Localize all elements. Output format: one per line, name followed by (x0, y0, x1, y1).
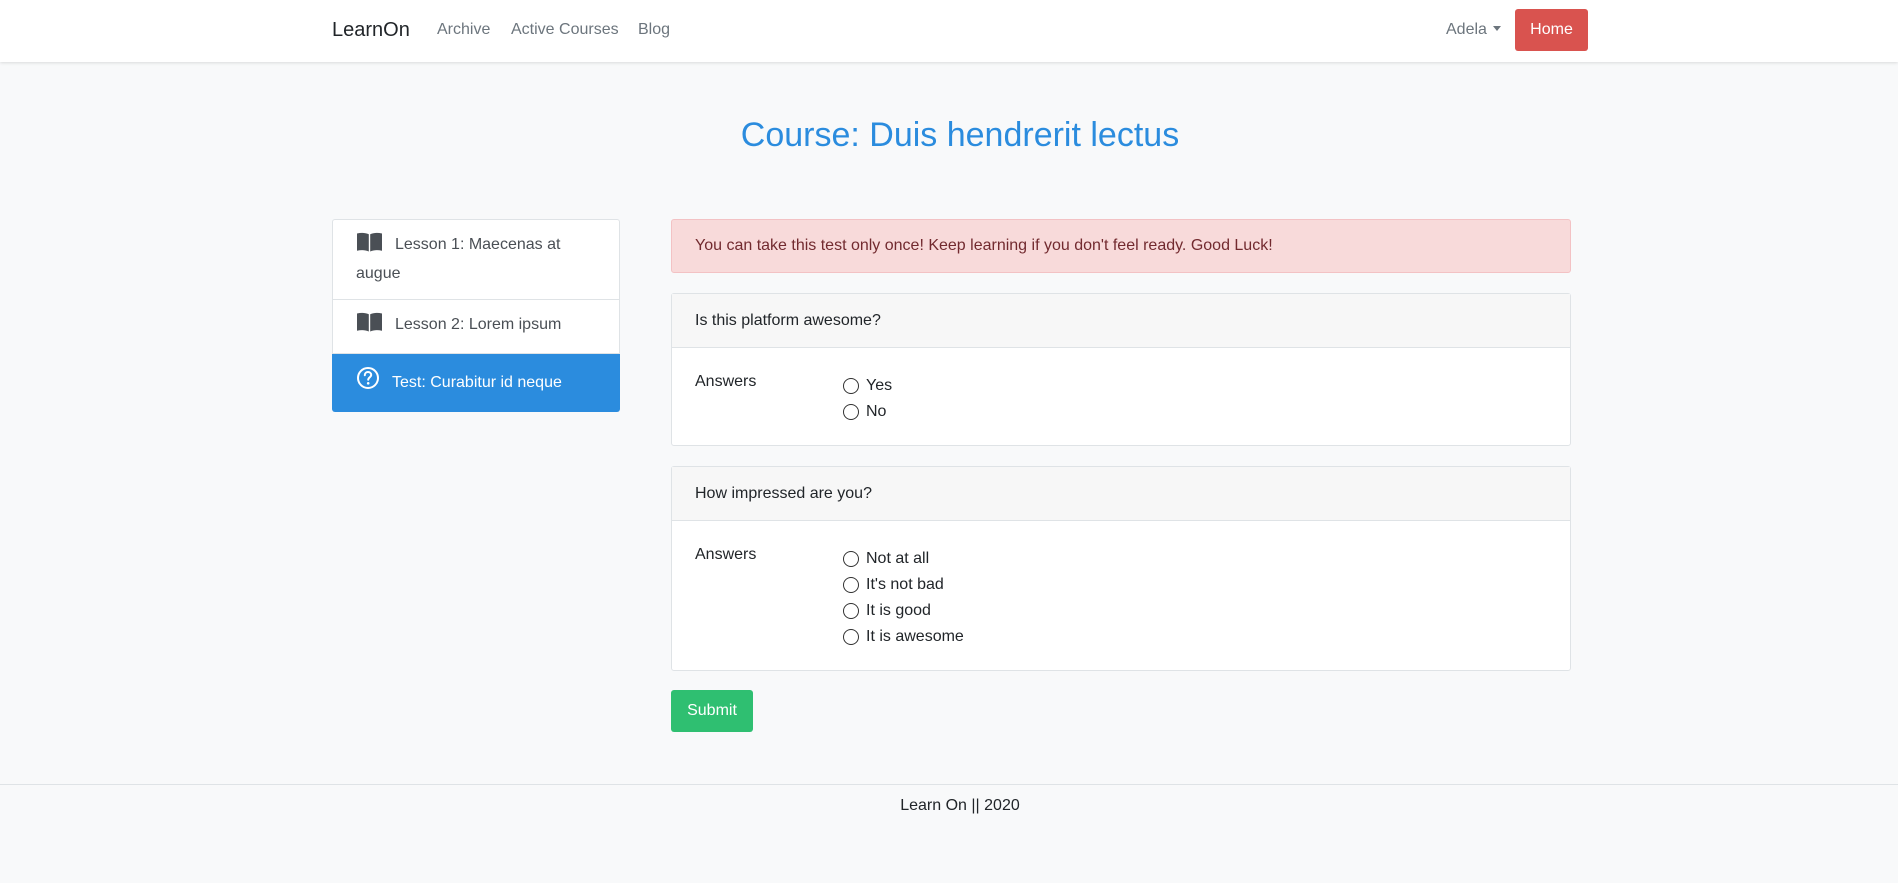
option-label: It is awesome (866, 628, 964, 645)
option-label: No (866, 403, 887, 420)
main-content: Course: Duis hendrerit lectus Lesson 1: … (0, 62, 1898, 784)
answers-group: Answers Yes No (672, 348, 1570, 445)
answer-option-not-bad[interactable]: It's not bad (843, 572, 1547, 598)
warning-alert: You can take this test only once! Keep l… (671, 219, 1571, 273)
answer-options: Not at all It's not bad It is good It is… (843, 546, 1547, 650)
radio-button[interactable] (843, 577, 859, 593)
page-title: Course: Duis hendrerit lectus (740, 116, 1180, 154)
answer-option-good[interactable]: It is good (843, 598, 1547, 624)
question-title: Is this platform awesome? (672, 294, 1570, 348)
footer-text: Learn On || 2020 (900, 797, 1020, 814)
caret-down-icon (1492, 26, 1501, 31)
answer-option-not-at-all[interactable]: Not at all (843, 546, 1547, 572)
option-label: It is good (866, 602, 931, 619)
user-name: Adela (1446, 21, 1487, 38)
answers-label: Answers (695, 546, 757, 563)
option-label: Yes (866, 377, 893, 394)
answers-label: Answers (695, 373, 757, 390)
test-panel: You can take this test only once! Keep l… (671, 219, 1571, 732)
option-label: It's not bad (866, 576, 944, 593)
nav-link-blog[interactable]: Blog (638, 21, 670, 39)
answer-option-awesome[interactable]: It is awesome (843, 624, 1547, 650)
question-card-2: How impressed are you? Answers Not at al… (671, 466, 1571, 671)
question-title: How impressed are you? (672, 467, 1570, 521)
lesson-sidebar: Lesson 1: Maecenas at augue Lesson 2: Lo… (332, 219, 620, 412)
top-navbar: LearnOn Archive Active Courses Blog Adel… (0, 0, 1898, 62)
book-icon (356, 312, 383, 341)
home-button[interactable]: Home (1515, 9, 1588, 51)
nav-link-active-courses[interactable]: Active Courses (511, 21, 619, 39)
radio-button[interactable] (843, 629, 859, 645)
radio-button[interactable] (843, 603, 859, 619)
brand-logo[interactable]: LearnOn (332, 19, 410, 42)
answer-option-yes[interactable]: Yes (843, 373, 1547, 399)
answer-options: Yes No (843, 373, 1547, 425)
answer-option-no[interactable]: No (843, 399, 1547, 425)
sidebar-item-label: Lesson 2: Lorem ipsum (395, 316, 562, 333)
sidebar-item-label: Lesson 1: Maecenas at augue (356, 236, 561, 282)
page-footer: Learn On || 2020 (0, 784, 1898, 883)
sidebar-item-lesson-2[interactable]: Lesson 2: Lorem ipsum (332, 300, 620, 354)
user-dropdown[interactable]: Adela (1446, 21, 1501, 39)
radio-button[interactable] (843, 551, 859, 567)
question-card-1: Is this platform awesome? Answers Yes No (671, 293, 1571, 446)
radio-button[interactable] (843, 378, 859, 394)
nav-link-archive[interactable]: Archive (437, 21, 490, 39)
answers-group: Answers Not at all It's not bad It is go… (672, 521, 1570, 670)
sidebar-item-lesson-1[interactable]: Lesson 1: Maecenas at augue (332, 219, 620, 300)
question-circle-icon (356, 366, 380, 399)
submit-button[interactable]: Submit (671, 690, 753, 732)
radio-button[interactable] (843, 404, 859, 420)
option-label: Not at all (866, 550, 930, 567)
book-icon (356, 232, 383, 261)
sidebar-item-label: Test: Curabitur id neque (392, 374, 562, 391)
sidebar-item-test[interactable]: Test: Curabitur id neque (332, 354, 620, 412)
